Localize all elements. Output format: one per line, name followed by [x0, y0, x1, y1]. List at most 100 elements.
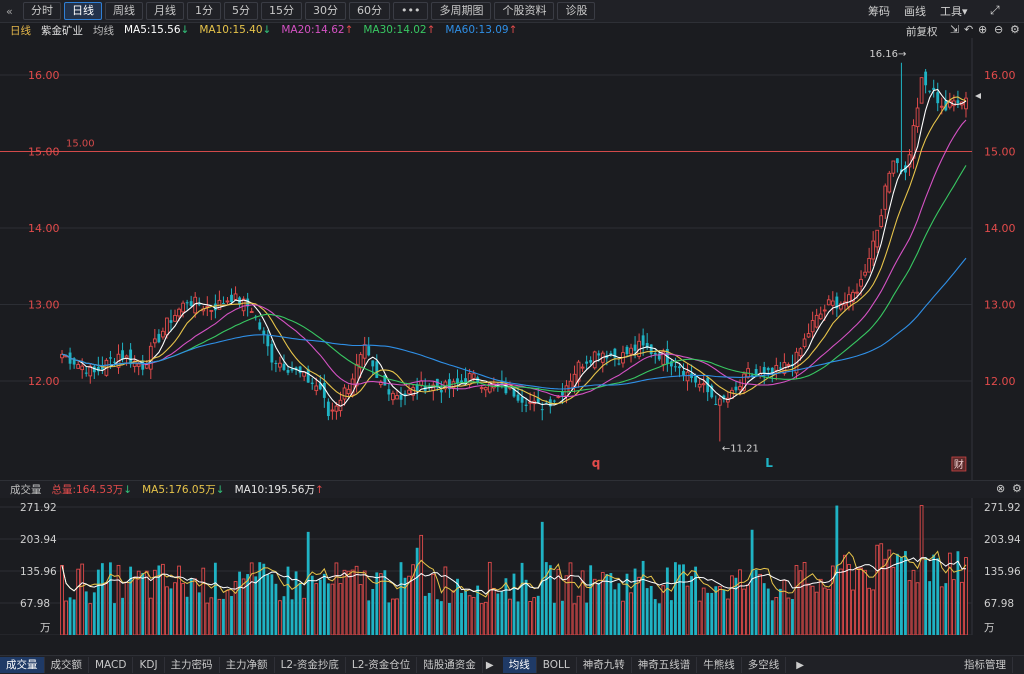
draw-line-button[interactable]: 画线 — [904, 3, 926, 19]
settings-gear-icon[interactable]: ⚙ — [1012, 482, 1022, 496]
volume-bar — [629, 592, 633, 635]
candle-body — [358, 354, 363, 369]
volume-bar — [617, 583, 621, 635]
overlay-tab-5[interactable]: 多空线 — [742, 657, 787, 673]
period-tab-11[interactable]: 个股资料 — [494, 2, 555, 20]
volume-bar — [249, 562, 254, 635]
indicator-tab-8[interactable]: 陆股通资金 — [417, 657, 483, 673]
volume-bar — [262, 563, 266, 635]
candle-body — [556, 395, 561, 398]
indicator-tab-3[interactable]: KDJ — [133, 657, 165, 673]
period-tab-5[interactable]: 5分 — [224, 2, 258, 20]
volume-bar — [129, 566, 133, 635]
fullscreen-icon[interactable]: ⤢ — [990, 3, 1000, 18]
overlay-tab-0[interactable]: 均线 — [502, 657, 537, 673]
chevron-right-icon[interactable]: ▶ — [483, 660, 497, 671]
period-tab-9[interactable]: ••• — [393, 2, 429, 20]
candle-body — [193, 296, 198, 314]
indicator-tab-7[interactable]: L2-资金仓位 — [346, 657, 418, 673]
volume-bar — [717, 586, 722, 635]
candle-body — [306, 369, 310, 383]
candle-body — [915, 107, 920, 128]
kline-chart[interactable]: 16.00 16.00 15.00 15.00 14.00 14.00 13.00 13.00… — [0, 0, 1024, 635]
overlay-tab-4[interactable]: 牛熊线 — [697, 657, 742, 673]
adjust-mode-button[interactable]: 前复权 — [906, 24, 938, 39]
volume-bar — [451, 590, 456, 635]
candle-body — [217, 299, 222, 310]
candle-body — [900, 169, 903, 172]
period-tab-0[interactable]: 分时 — [23, 2, 61, 20]
candle-body — [661, 351, 666, 365]
overlay-tab-3[interactable]: 神奇五线谱 — [632, 657, 698, 673]
indicator-manage-button[interactable]: 指标管理 — [958, 657, 1013, 673]
candle-body — [367, 346, 371, 356]
volume-bar — [496, 593, 500, 635]
tools-menu-button[interactable]: 工具▾ — [940, 3, 968, 19]
indicator-tab-5[interactable]: 主力净额 — [220, 657, 275, 673]
candle-body — [427, 386, 431, 388]
candle-body — [443, 381, 448, 390]
candle-body — [738, 386, 742, 391]
price-tick-right: 13.00 — [984, 299, 1016, 312]
zoom-out-icon[interactable]: ⊖ — [994, 23, 1003, 37]
candle-body — [859, 278, 863, 287]
period-tab-8[interactable]: 60分 — [349, 2, 390, 20]
volume-bar — [209, 597, 214, 635]
candle-body — [863, 271, 867, 276]
volume-bar — [322, 573, 326, 635]
candle-body — [100, 365, 104, 370]
volume-bar — [625, 573, 629, 635]
candle-body — [701, 383, 706, 386]
period-tab-1[interactable]: 日线 — [64, 2, 102, 20]
volume-bar — [609, 573, 613, 635]
period-tab-3[interactable]: 月线 — [146, 2, 184, 20]
chevron-right-icon[interactable]: ▶ — [796, 660, 804, 671]
export-icon[interactable]: ⇲ — [950, 23, 959, 37]
period-tab-2[interactable]: 周线 — [105, 2, 143, 20]
volume-tick-right: 67.98 — [984, 598, 1014, 610]
period-tab-10[interactable]: 多周期图 — [431, 2, 492, 20]
volume-bar — [448, 602, 451, 635]
candle-body — [754, 368, 758, 376]
volume-bar — [487, 561, 492, 635]
candle-body — [508, 386, 512, 389]
zoom-in-icon[interactable]: ⊕ — [978, 23, 987, 37]
candle-body — [665, 348, 669, 364]
candle-body — [464, 378, 467, 385]
period-tab-4[interactable]: 1分 — [187, 2, 221, 20]
overlay-tab-1[interactable]: BOLL — [537, 657, 577, 673]
volume-bar — [443, 566, 448, 635]
volume-bar — [92, 592, 96, 635]
volume-title: 成交量 — [10, 484, 42, 496]
candle-body — [928, 90, 932, 92]
indicator-tab-4[interactable]: 主力密码 — [165, 657, 220, 673]
indicator-tab-6[interactable]: L2-资金抄底 — [275, 657, 346, 673]
period-tab-6[interactable]: 15分 — [261, 2, 302, 20]
indicator-tab-1[interactable]: 成交额 — [45, 657, 89, 673]
chip-distribution-button[interactable]: 筹码 — [868, 3, 890, 19]
volume-bar — [354, 565, 359, 635]
volume-bar — [294, 571, 298, 635]
volume-bar — [839, 568, 843, 635]
indicator-tab-2[interactable]: MACD — [89, 657, 134, 673]
candle-body — [810, 320, 815, 333]
line-type-label[interactable]: 均线 — [93, 23, 114, 38]
double-chevron-left-icon[interactable]: « — [6, 5, 20, 18]
overlay-tab-2[interactable]: 神奇九转 — [577, 657, 632, 673]
period-tab-12[interactable]: 诊股 — [557, 2, 596, 20]
volume-bar — [318, 579, 322, 635]
arrow-up-icon: ↑ — [315, 484, 324, 496]
undo-icon[interactable]: ↶ — [964, 23, 973, 37]
period-tab-7[interactable]: 30分 — [305, 2, 346, 20]
volume-bar — [471, 596, 476, 635]
volume-bar — [754, 569, 758, 635]
volume-bar — [88, 603, 93, 635]
volume-bar — [875, 544, 880, 635]
close-panel-icon[interactable]: ⊗ — [996, 482, 1005, 496]
candle-body — [350, 378, 355, 396]
settings-gear-icon[interactable]: ⚙ — [1010, 23, 1020, 37]
volume-bar — [665, 567, 669, 635]
volume-bar — [915, 582, 920, 635]
candle-body — [274, 362, 278, 364]
indicator-tab-0[interactable]: 成交量 — [0, 657, 45, 673]
